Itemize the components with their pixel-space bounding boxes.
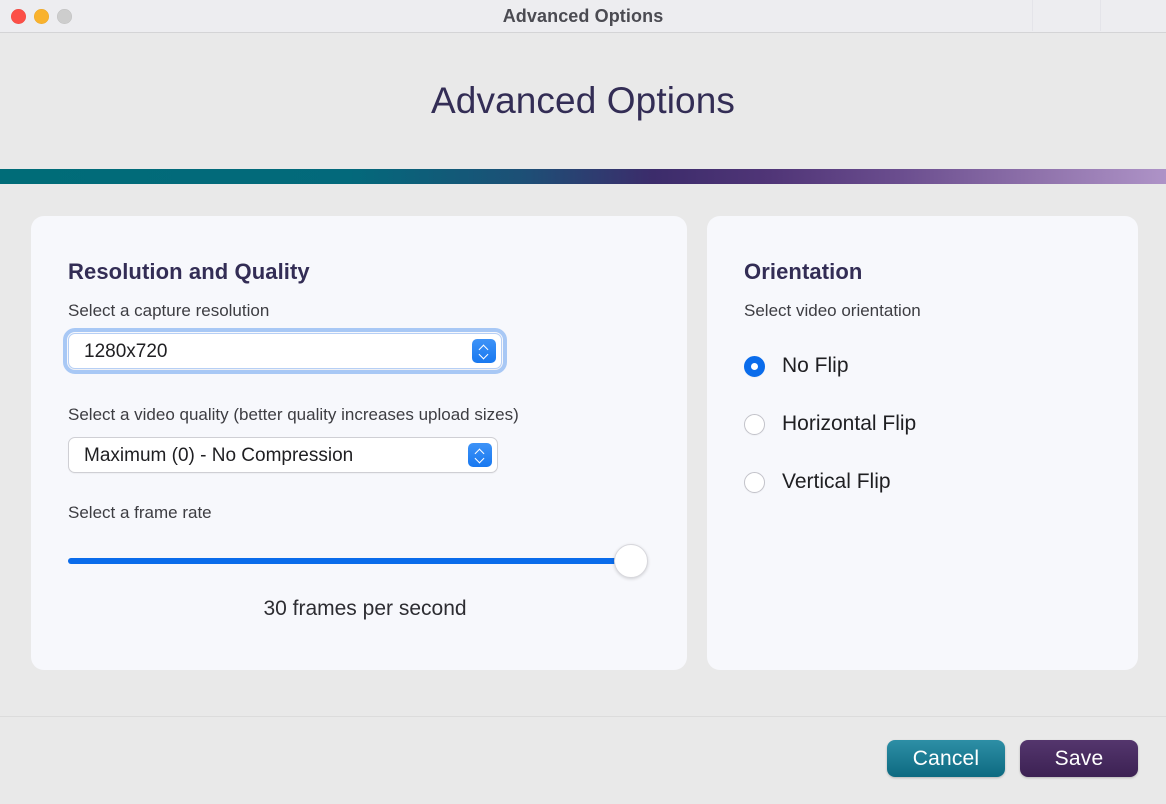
chevron-updown-icon[interactable] <box>472 339 496 363</box>
window-title: Advanced Options <box>502 5 664 26</box>
orientation-radio-group: No Flip Horizontal Flip Vertical Flip <box>744 351 1101 497</box>
resolution-select[interactable]: 1280x720 <box>63 328 507 374</box>
zoom-window-button[interactable] <box>57 8 72 24</box>
page-title: Advanced Options <box>431 80 735 121</box>
save-button[interactable]: Save <box>1020 740 1138 777</box>
orientation-label: Select video orientation <box>744 301 921 320</box>
window-titlebar: Advanced Options <box>0 0 1166 33</box>
frame-rate-value: 30 frames per second <box>263 597 467 620</box>
frame-rate-field: Select a frame rate 30 frames per second <box>68 503 650 621</box>
page-header: Advanced Options <box>0 33 1166 169</box>
resolution-select-value: 1280x720 <box>84 340 168 362</box>
main-content: Resolution and Quality Select a capture … <box>0 184 1166 716</box>
resolution-field: Select a capture resolution 1280x720 <box>63 301 650 405</box>
advanced-options-window: Advanced Options Advanced Options Resolu… <box>0 0 1166 804</box>
slider-thumb[interactable] <box>614 544 648 578</box>
radio-vertical-flip-indicator[interactable] <box>744 471 765 493</box>
quality-select-value: Maximum (0) - No Compression <box>84 444 354 466</box>
radio-option-horizontal-flip[interactable]: Horizontal Flip <box>744 409 1101 439</box>
radio-no-flip-indicator[interactable] <box>744 355 765 377</box>
resolution-panel-title: Resolution and Quality <box>68 259 310 284</box>
quality-field: Select a video quality (better quality i… <box>68 405 650 473</box>
traffic-lights <box>0 8 72 24</box>
radio-option-vertical-flip[interactable]: Vertical Flip <box>744 467 1101 497</box>
frame-rate-slider[interactable] <box>68 541 648 581</box>
close-window-button[interactable] <box>11 8 26 24</box>
orientation-panel-title: Orientation <box>744 259 863 284</box>
dialog-footer: Cancel Save <box>0 716 1166 804</box>
slider-fill <box>68 558 631 564</box>
resolution-quality-panel: Resolution and Quality Select a capture … <box>31 216 687 670</box>
quality-label: Select a video quality (better quality i… <box>68 405 519 424</box>
radio-no-flip-label: No Flip <box>782 354 849 377</box>
resolution-label: Select a capture resolution <box>68 301 270 320</box>
orientation-panel: Orientation Select video orientation No … <box>707 216 1138 670</box>
cancel-button[interactable]: Cancel <box>887 740 1005 777</box>
radio-option-no-flip[interactable]: No Flip <box>744 351 1101 381</box>
radio-vertical-flip-label: Vertical Flip <box>782 470 891 493</box>
minimize-window-button[interactable] <box>34 8 49 24</box>
chevron-updown-icon[interactable] <box>468 443 492 467</box>
radio-horizontal-flip-indicator[interactable] <box>744 413 765 435</box>
quality-select[interactable]: Maximum (0) - No Compression <box>68 437 498 473</box>
radio-horizontal-flip-label: Horizontal Flip <box>782 412 917 435</box>
frame-rate-label: Select a frame rate <box>68 503 212 522</box>
accent-gradient-bar <box>0 169 1166 184</box>
